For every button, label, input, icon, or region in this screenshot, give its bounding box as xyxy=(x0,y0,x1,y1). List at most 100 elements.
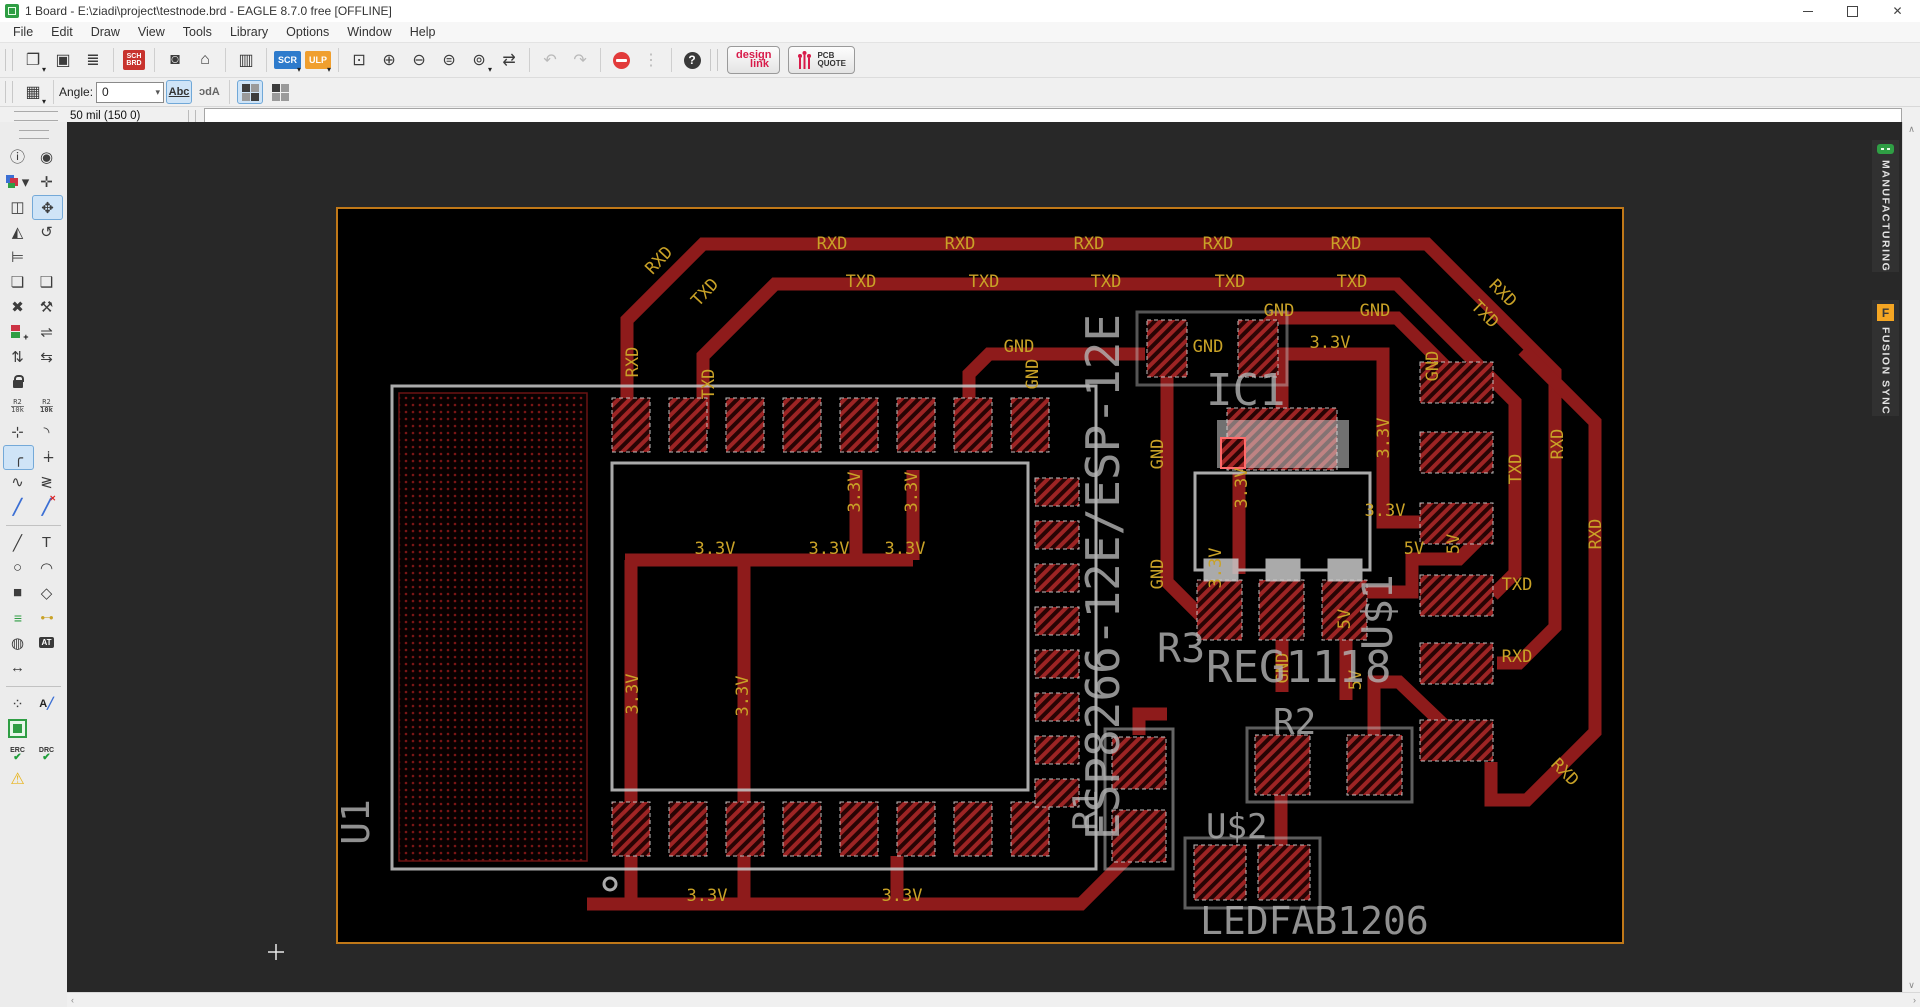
scroll-up-arrow[interactable]: ∧ xyxy=(1903,122,1920,137)
text-normal-toggle[interactable]: Abc xyxy=(166,80,193,104)
rotate-tool[interactable]: ↺ xyxy=(32,220,61,243)
polygon-tool[interactable]: ◇ xyxy=(32,581,61,604)
menu-draw[interactable]: Draw xyxy=(82,23,129,41)
paste-tool[interactable]: ❑ xyxy=(32,270,61,293)
miter-tool[interactable]: ◝ xyxy=(32,420,61,443)
run-ulp-button[interactable]: ULP ▾ xyxy=(305,47,332,74)
lock-tool[interactable] xyxy=(3,370,32,393)
mirror-tool[interactable]: ◭ xyxy=(3,220,32,243)
menu-edit[interactable]: Edit xyxy=(42,23,82,41)
open-button[interactable]: ❐ ▾ xyxy=(20,47,46,74)
menu-file[interactable]: File xyxy=(4,23,42,41)
undo-button[interactable]: ↶ xyxy=(537,47,563,73)
scroll-right-arrow[interactable]: › xyxy=(1909,994,1920,1006)
zoom-fit-button[interactable]: ⊡ xyxy=(346,47,372,73)
horizontal-scrollbar[interactable]: ‹ › xyxy=(67,992,1920,1007)
smash-tool[interactable]: ⊹ xyxy=(3,420,32,443)
meander-tool[interactable]: ∿ xyxy=(3,470,32,493)
minimize-button[interactable] xyxy=(1785,0,1830,22)
print-button[interactable]: ≣ xyxy=(80,47,106,73)
ratsnest-tool[interactable]: ⁘ xyxy=(3,692,32,715)
add-part-tool[interactable] xyxy=(3,320,32,343)
text-tool[interactable]: T xyxy=(32,531,61,554)
align-tool[interactable]: ⊨ xyxy=(3,245,32,268)
mark-tool[interactable]: ✛ xyxy=(32,170,61,193)
attribute-tool[interactable]: AT xyxy=(32,631,61,654)
replace-tool[interactable]: ⇌ xyxy=(32,320,61,343)
menu-options[interactable]: Options xyxy=(277,23,338,41)
swap-windows-button[interactable]: ⇄ xyxy=(496,47,522,73)
rect-tool[interactable]: ■ xyxy=(3,581,32,604)
show-tool[interactable]: ◉ xyxy=(32,145,61,168)
menu-view[interactable]: View xyxy=(129,23,174,41)
scroll-down-arrow[interactable]: ∨ xyxy=(1903,978,1920,993)
params-grip[interactable] xyxy=(5,81,13,103)
help-button[interactable]: ? xyxy=(679,47,705,73)
display-mode-2-toggle[interactable] xyxy=(267,80,293,104)
zoom-out-button[interactable]: ⊖ xyxy=(406,47,432,73)
zoom-select-button[interactable]: ⊜ xyxy=(436,47,462,73)
length-tune-tool[interactable]: ≷ xyxy=(32,470,61,493)
copy-tool[interactable]: ❏ xyxy=(3,270,32,293)
pinswap-tool[interactable]: ⇅ xyxy=(3,345,32,368)
smd-pad xyxy=(1257,844,1311,901)
erc-tool[interactable]: ERC ✔ xyxy=(3,742,32,765)
design-rules-tool[interactable] xyxy=(3,717,32,740)
redo-button[interactable]: ↷ xyxy=(567,47,593,73)
change-tool[interactable]: ⚒ xyxy=(32,295,61,318)
move-tool[interactable]: ✥ xyxy=(32,195,63,220)
route-airwire-tool[interactable]: ╱ xyxy=(3,495,32,518)
library-manager-button[interactable]: ▥ xyxy=(233,47,259,73)
board-preview-button[interactable]: ◙ xyxy=(162,47,188,73)
close-button[interactable]: ✕ xyxy=(1875,0,1920,22)
display-mode-1-toggle[interactable] xyxy=(237,80,264,104)
palette-grip[interactable] xyxy=(18,130,49,139)
group-tool[interactable]: ◫ xyxy=(3,195,32,218)
display-layers-tool[interactable]: ▾ xyxy=(3,170,32,193)
stop-button[interactable] xyxy=(608,47,634,73)
menu-window[interactable]: Window xyxy=(338,23,400,41)
grid-button[interactable]: ▦ ▾ xyxy=(20,79,46,106)
angle-select[interactable]: 0 ▾ xyxy=(96,81,165,103)
route-tool[interactable]: ╭ xyxy=(3,445,34,470)
gateswap-tool[interactable]: ⇆ xyxy=(32,345,61,368)
text-mirror-toggle[interactable]: Abc xyxy=(196,80,222,104)
value-tool[interactable]: R2 10k xyxy=(32,395,61,418)
name-tool[interactable]: R2 10k xyxy=(3,395,32,418)
scroll-left-arrow[interactable]: ‹ xyxy=(67,994,78,1006)
sch-brd-toggle[interactable]: SCH BRD xyxy=(121,47,147,73)
split-tool[interactable]: ∔ xyxy=(34,445,63,468)
toolbar-grip-2[interactable] xyxy=(710,49,719,71)
fabrication-button[interactable]: ⌂ xyxy=(192,47,218,73)
menu-library[interactable]: Library xyxy=(221,23,277,41)
optimize-tool[interactable]: ↔ xyxy=(3,656,32,679)
ripup-tool[interactable]: ╱ xyxy=(32,494,61,518)
pcb-quote-button[interactable]: PCB QUOTE xyxy=(788,46,855,74)
delete-tool[interactable]: ✖ xyxy=(3,295,32,318)
circle-tool[interactable]: ○ xyxy=(3,556,32,579)
vertical-scrollbar[interactable]: ∧ ∨ xyxy=(1902,122,1920,993)
hole-tool[interactable]: ◍ xyxy=(3,631,32,654)
tab-fusion-sync[interactable]: F FUSION SYNC xyxy=(1872,300,1899,416)
zoom-in-button[interactable]: ⊕ xyxy=(376,47,402,73)
command-bar-grip[interactable] xyxy=(14,111,58,121)
via-tool[interactable]: ≡ xyxy=(3,606,32,629)
design-link-button[interactable]: design link xyxy=(727,46,781,74)
maximize-button[interactable] xyxy=(1830,0,1875,22)
run-script-button[interactable]: SCR ▾ xyxy=(274,47,302,74)
traffic-light-button[interactable]: ⋮ xyxy=(638,47,664,73)
wire-tool[interactable]: ╱ xyxy=(3,531,32,554)
menu-tools[interactable]: Tools xyxy=(174,23,221,41)
board-canvas[interactable]: RXD RXD RXD RXD RXD TXD TXD TXD TXD TXD RXD TXD RXD T… xyxy=(67,122,1903,993)
signal-tool[interactable]: ●─● xyxy=(32,606,61,629)
menu-help[interactable]: Help xyxy=(401,23,445,41)
autorouter-tool[interactable]: A╱ xyxy=(32,692,61,715)
drc-tool[interactable]: DRC ✔ xyxy=(32,742,61,765)
tab-manufacturing[interactable]: MANUFACTURING xyxy=(1872,140,1899,272)
save-button[interactable]: ▣ xyxy=(50,47,76,73)
zoom-redraw-button[interactable]: ⊚ ▾ xyxy=(466,47,492,74)
errors-tool[interactable]: ⚠ xyxy=(3,767,32,790)
toolbar-grip[interactable] xyxy=(5,49,13,71)
info-tool[interactable]: ⓘ xyxy=(3,145,32,168)
arc-tool[interactable]: ◠ xyxy=(32,556,61,579)
